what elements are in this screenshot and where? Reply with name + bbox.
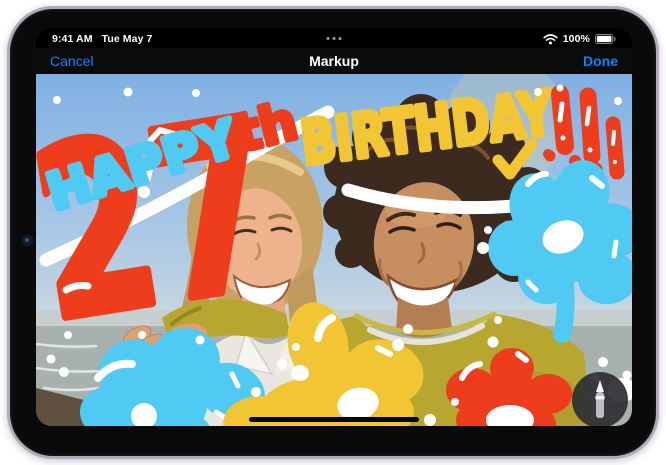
front-camera [21,234,34,247]
cancel-button[interactable]: Cancel [50,53,94,69]
home-indicator[interactable] [249,417,419,422]
markup-toolbar: Cancel Markup Done [36,48,632,74]
marker-pen-icon [589,378,611,422]
multitask-indicator-icon[interactable] [327,37,342,40]
screenshot-stage: 9:41 AM Tue May 7 100% Cancel Markup Don… [0,0,666,465]
status-date: Tue May 7 [102,33,153,45]
page-title: Markup [36,53,632,69]
wifi-icon [543,34,558,45]
markup-photo-canvas[interactable]: 27 HAPPY th BIRTHDAY [36,74,632,426]
done-button[interactable]: Done [583,53,618,69]
pen-tool-button[interactable] [572,372,628,426]
battery-icon [595,34,616,44]
status-time: 9:41 AM [52,33,93,45]
status-bar: 9:41 AM Tue May 7 100% [36,28,632,48]
battery-percent: 100% [563,33,590,45]
ipad-screen: 9:41 AM Tue May 7 100% Cancel Markup Don… [36,28,632,426]
